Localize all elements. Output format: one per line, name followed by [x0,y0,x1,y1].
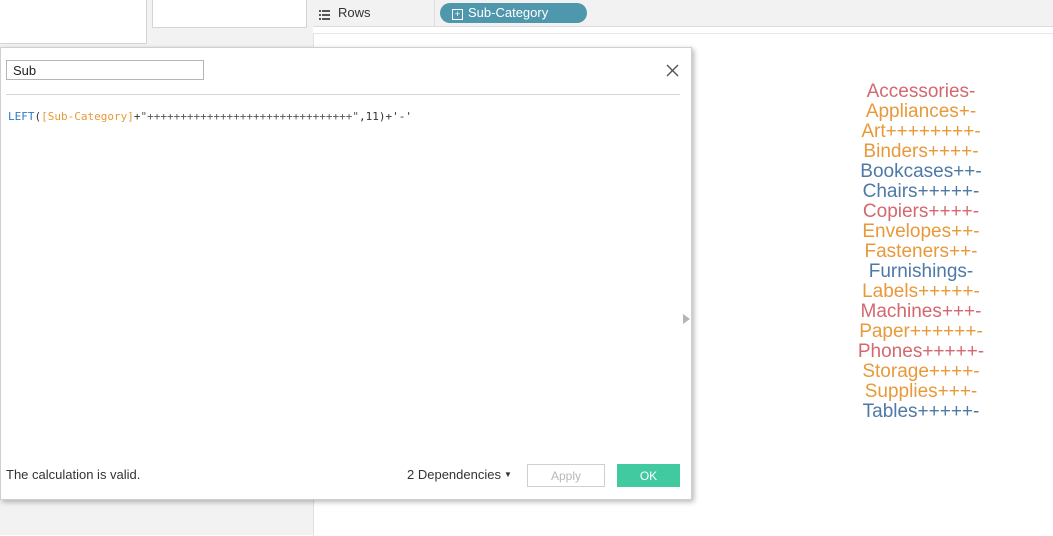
shelf-divider [434,0,435,26]
category-label: Storage++++- [862,361,980,382]
pane-card [0,0,147,44]
caret-down-icon: ▼ [503,470,512,479]
category-label: Labels+++++- [862,281,980,302]
category-label: Binders++++- [863,141,979,162]
formula-string: "+++++++++++++++++++++++++++++++" [140,110,360,123]
category-label: Phones+++++- [857,341,985,362]
category-label: Accessories- [866,81,976,102]
calculation-dialog: LEFT([Sub-Category]+"+++++++++++++++++++… [0,47,692,500]
apply-button[interactable]: Apply [527,464,605,487]
category-label: Art++++++++- [861,121,981,142]
calculation-name-input[interactable] [6,60,204,80]
formula-rest: ,11)+'-' [359,110,412,123]
pill-label: Sub-Category [468,5,549,20]
formula-function: LEFT [8,110,35,123]
dependencies-dropdown[interactable]: 2 Dependencies ▼ [407,467,512,482]
rows-shelf [313,0,1053,27]
plus-box-icon[interactable]: + [452,9,463,20]
category-label: Bookcases++- [860,161,982,182]
dialog-divider [6,94,680,95]
category-label: Supplies+++- [864,381,978,402]
pane-card [152,0,307,28]
category-label: Machines+++- [860,301,982,322]
dependencies-label: 2 Dependencies [407,467,501,482]
formula-field: [Sub-Category] [41,110,134,123]
close-icon[interactable] [665,63,680,78]
category-label: Appliances+- [865,101,977,122]
ok-button[interactable]: OK [617,464,680,487]
category-label: Chairs+++++- [862,181,980,202]
expand-arrow-icon[interactable] [683,314,690,324]
rows-icon [319,7,330,20]
sub-category-pill[interactable]: + Sub-Category [440,3,587,23]
category-label: Tables+++++- [862,401,980,422]
validation-status: The calculation is valid. [6,467,141,482]
rows-label: Rows [338,5,371,20]
formula-editor[interactable]: LEFT([Sub-Category]+"+++++++++++++++++++… [8,110,412,123]
category-label: Copiers++++- [862,201,980,222]
category-list: Accessories- Appliances+- Art++++++++- Bind… [840,82,1002,422]
category-label: Envelopes++- [862,221,980,242]
category-label: Furnishings- [868,261,974,282]
category-label: Paper++++++- [859,321,983,342]
category-label: Fasteners++- [864,241,978,262]
